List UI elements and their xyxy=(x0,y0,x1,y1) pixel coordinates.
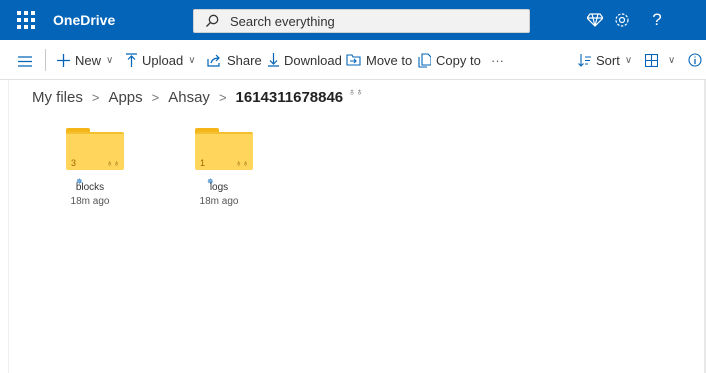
folder-modified: 18m ago xyxy=(199,196,239,207)
shared-people-icon: ♁♁ xyxy=(106,158,121,168)
folder-name[interactable]: blocks xyxy=(45,182,135,193)
help-icon[interactable]: ? xyxy=(646,9,668,31)
copy-to-button[interactable]: Copy to xyxy=(418,52,481,68)
command-bar: New ∨ Upload ∨ Share Download Move to Co… xyxy=(0,40,706,80)
folder-tile-logs[interactable]: 1 ♁♁ ✵ logs 18m ago xyxy=(174,120,264,215)
search-icon xyxy=(206,14,219,27)
folder-icon: 1 ♁♁ xyxy=(195,128,253,170)
view-options-button[interactable]: ∨ xyxy=(645,52,675,68)
breadcrumb-current-folder: 1614311678846 xyxy=(235,88,344,106)
search-input[interactable]: Search everything xyxy=(193,9,530,33)
shared-people-icon: ♁♁ xyxy=(235,158,250,168)
chevron-right-icon: > xyxy=(218,89,227,105)
upload-icon xyxy=(126,53,137,67)
breadcrumb-ahsay[interactable]: Ahsay xyxy=(168,89,210,106)
upload-button[interactable]: Upload ∨ xyxy=(126,52,196,68)
chevron-down-icon: ∨ xyxy=(188,54,196,66)
plus-icon xyxy=(57,53,70,67)
share-button[interactable]: Share xyxy=(207,52,262,68)
chevron-right-icon: > xyxy=(91,89,100,105)
download-icon xyxy=(268,53,279,67)
chevron-down-icon: ∨ xyxy=(668,54,676,66)
breadcrumb-my-files[interactable]: My files xyxy=(32,89,83,106)
copy-to-label: Copy to xyxy=(436,52,481,68)
chevron-down-icon: ∨ xyxy=(624,54,633,66)
search-placeholder: Search everything xyxy=(230,14,335,29)
premium-diamond-icon[interactable] xyxy=(584,9,606,31)
sort-label: Sort xyxy=(596,52,620,68)
copy-to-icon xyxy=(418,52,431,68)
new-label: New xyxy=(75,52,102,68)
breadcrumb: My files > Apps > Ahsay > 1614311678846 … xyxy=(32,87,363,107)
move-to-icon xyxy=(346,54,361,66)
move-to-label: Move to xyxy=(366,52,413,68)
item-count: 3 xyxy=(71,158,77,168)
share-icon xyxy=(207,54,222,67)
pane-divider xyxy=(8,80,9,373)
move-to-button[interactable]: Move to xyxy=(346,52,412,68)
share-label: Share xyxy=(227,52,262,68)
info-icon xyxy=(688,53,702,67)
settings-gear-icon[interactable] xyxy=(611,9,633,31)
upload-label: Upload xyxy=(142,52,184,68)
info-button[interactable] xyxy=(688,52,702,68)
app-title[interactable]: OneDrive xyxy=(53,12,115,28)
sort-icon xyxy=(578,53,591,67)
folder-icon: 3 ♁♁ xyxy=(66,128,124,170)
nav-menu-icon[interactable] xyxy=(18,53,32,69)
folder-name[interactable]: logs xyxy=(174,182,264,193)
item-count: 1 xyxy=(200,158,206,168)
download-label: Download xyxy=(284,52,342,68)
app-launcher-icon[interactable] xyxy=(14,8,38,32)
chevron-right-icon: > xyxy=(151,89,160,105)
folder-modified: 18m ago xyxy=(70,196,110,207)
more-actions-button[interactable]: ··· xyxy=(491,52,504,68)
breadcrumb-apps[interactable]: Apps xyxy=(108,89,142,106)
sort-button[interactable]: Sort ∨ xyxy=(578,52,632,68)
new-button[interactable]: New ∨ xyxy=(57,52,113,68)
grid-view-icon xyxy=(645,53,658,67)
folder-tile-blocks[interactable]: 3 ♁♁ ✵ blocks 18m ago xyxy=(45,120,135,215)
command-divider xyxy=(45,49,46,71)
shared-people-icon: ♁♁ xyxy=(348,86,364,98)
app-header: OneDrive Search everything ? xyxy=(0,0,706,40)
chevron-down-icon: ∨ xyxy=(106,54,114,66)
download-button[interactable]: Download xyxy=(268,52,342,68)
